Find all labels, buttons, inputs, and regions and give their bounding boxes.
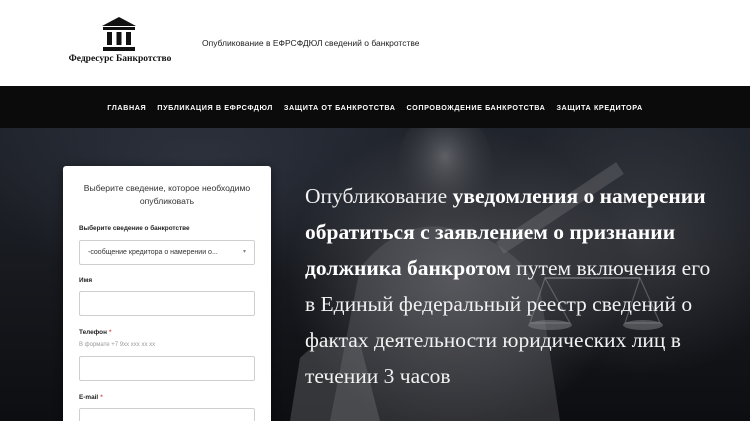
email-label: E-mail * [79,394,103,401]
site-header: Федресурс Банкротство Опубликование в ЕФ… [0,0,750,86]
hero-text-part-1: Опубликование [305,184,453,208]
nav-item-publication[interactable]: Публикация в ЕФРСФДЮЛ [152,103,279,112]
publication-form: Выберите сведение, которое необходимо оп… [63,166,271,421]
required-mark: * [108,329,112,336]
columns-building-icon [102,17,136,51]
nav-item-home[interactable]: Главная [102,103,152,112]
select-label: Выберите сведение о банкротстве [79,225,190,232]
phone-input[interactable] [79,356,255,381]
bankruptcy-info-select[interactable]: -сообщение кредитора о намерении о... ▾ [79,240,255,265]
required-mark: * [100,394,103,401]
nav-item-creditor-protection[interactable]: Защита кредитора [551,103,648,112]
form-title: Выберите сведение, которое необходимо оп… [83,183,251,206]
nav-item-bankruptcy-support[interactable]: Сопровождение банкротства [401,103,551,112]
nav-item-bankruptcy-protection[interactable]: Защита от банкротства [278,103,401,112]
header-tagline: Опубликование в ЕФРСФДЮЛ сведений о банк… [202,38,420,48]
phone-label-text: Телефон [79,329,107,336]
phone-hint: В формате +7 9xx xxx xx xx [79,342,156,348]
phone-label: Телефон * [79,329,111,336]
logo-text: Федресурс Банкротство [68,54,172,64]
name-label: Имя [79,277,93,284]
chevron-down-icon: ▾ [242,249,246,255]
name-input[interactable] [79,291,255,316]
main-nav: Главная Публикация в ЕФРСФДЮЛ Защита от … [0,86,750,128]
email-label-text: E-mail [79,394,99,401]
select-value: -сообщение кредитора о намерении о... [88,249,218,256]
email-input[interactable] [79,408,255,421]
site-logo[interactable]: Федресурс Банкротство [64,16,176,68]
hero-heading: Опубликование уведомления о намерении об… [305,178,725,394]
